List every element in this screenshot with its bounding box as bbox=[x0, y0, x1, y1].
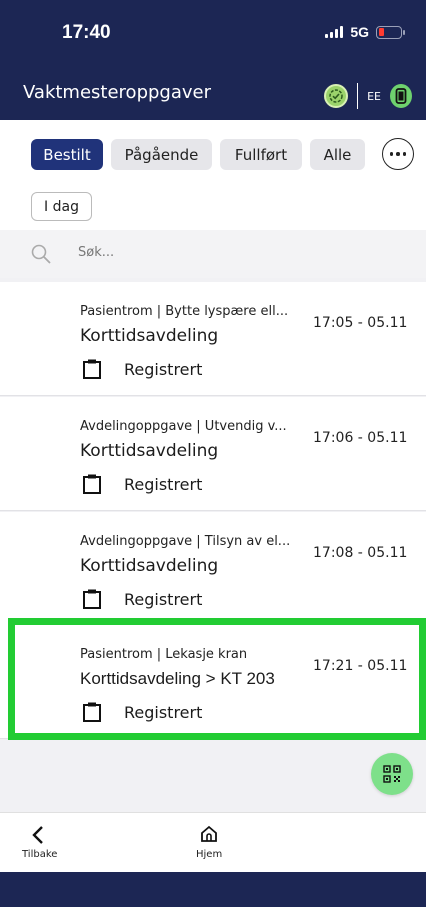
search-input[interactable]: Søk... bbox=[78, 245, 114, 260]
chevron-left-icon bbox=[32, 826, 43, 844]
task-location: Korttidsavdeling bbox=[80, 441, 219, 461]
search-icon bbox=[31, 244, 51, 264]
signal-icon bbox=[325, 26, 344, 38]
home-button[interactable]: Hjem bbox=[196, 825, 246, 869]
task-category: Avdelingoppgave | Tilsyn av el... bbox=[80, 534, 291, 549]
clipboard-icon bbox=[83, 589, 101, 609]
task-row[interactable]: Avdelingoppgave | Utvendig v... Korttids… bbox=[0, 397, 426, 511]
clipboard-icon bbox=[83, 474, 101, 494]
task-location: Korttidsavdeling bbox=[80, 326, 219, 346]
task-status: Registrert bbox=[124, 475, 203, 494]
device-icon[interactable] bbox=[390, 84, 412, 108]
battery-icon bbox=[376, 25, 405, 39]
task-time: 17:21 - 05.11 bbox=[313, 658, 408, 674]
task-location: Korttidsavdeling bbox=[80, 556, 219, 576]
user-initials: EE bbox=[367, 89, 381, 103]
search-bar[interactable]: Søk... bbox=[0, 230, 426, 278]
clipboard-icon bbox=[83, 702, 101, 722]
task-time: 17:05 - 05.11 bbox=[313, 315, 408, 331]
task-status: Registrert bbox=[124, 360, 203, 379]
page-title: Vaktmesteroppgaver bbox=[23, 82, 211, 103]
date-filter-chip[interactable]: I dag bbox=[31, 192, 92, 221]
clipboard-icon bbox=[83, 359, 101, 379]
sync-check-icon[interactable] bbox=[323, 84, 348, 108]
header-actions: EE bbox=[323, 83, 412, 109]
header-divider bbox=[356, 83, 359, 109]
task-category: Pasientrom | Bytte lyspære ell... bbox=[80, 304, 289, 319]
task-row[interactable]: Pasientrom | Bytte lyspære ell... Kortti… bbox=[0, 282, 426, 396]
bottom-bar bbox=[0, 872, 426, 907]
back-label: Tilbake bbox=[22, 849, 58, 860]
status-time: 17:40 bbox=[62, 22, 111, 43]
task-category: Avdelingoppgave | Utvendig v... bbox=[80, 419, 287, 434]
bottom-nav: Tilbake Hjem bbox=[0, 812, 426, 872]
back-button[interactable]: Tilbake bbox=[22, 823, 72, 867]
app-header: 17:40 5G Vaktmesteroppgaver EE bbox=[0, 0, 426, 120]
tab-fullfort[interactable]: Fullført bbox=[220, 139, 302, 170]
qr-scan-button[interactable] bbox=[371, 753, 413, 795]
task-status: Registrert bbox=[124, 590, 203, 609]
task-time: 17:06 - 05.11 bbox=[313, 430, 408, 446]
task-time: 17:08 - 05.11 bbox=[313, 545, 408, 561]
home-icon bbox=[201, 825, 217, 842]
task-status: Registrert bbox=[124, 703, 203, 722]
task-row[interactable]: Avdelingoppgave | Tilsyn av el... Kortti… bbox=[0, 512, 426, 626]
home-label: Hjem bbox=[196, 849, 223, 860]
tab-alle[interactable]: Alle bbox=[310, 139, 365, 170]
task-row[interactable]: Pasientrom | Lekasje kran Korttidsavdeli… bbox=[0, 625, 426, 739]
network-label: 5G bbox=[350, 24, 369, 40]
more-icon[interactable] bbox=[382, 138, 414, 170]
task-location: Korttidsavdeling > KT 203 bbox=[80, 669, 275, 688]
tab-bestilt[interactable]: Bestilt bbox=[31, 139, 103, 170]
status-indicators: 5G bbox=[325, 24, 405, 40]
qr-code-icon bbox=[383, 765, 401, 783]
tab-pagaende[interactable]: Pågående bbox=[111, 139, 212, 170]
filter-area: Bestilt Pågående Fullført Alle I dag bbox=[0, 120, 426, 230]
task-category: Pasientrom | Lekasje kran bbox=[80, 647, 248, 662]
